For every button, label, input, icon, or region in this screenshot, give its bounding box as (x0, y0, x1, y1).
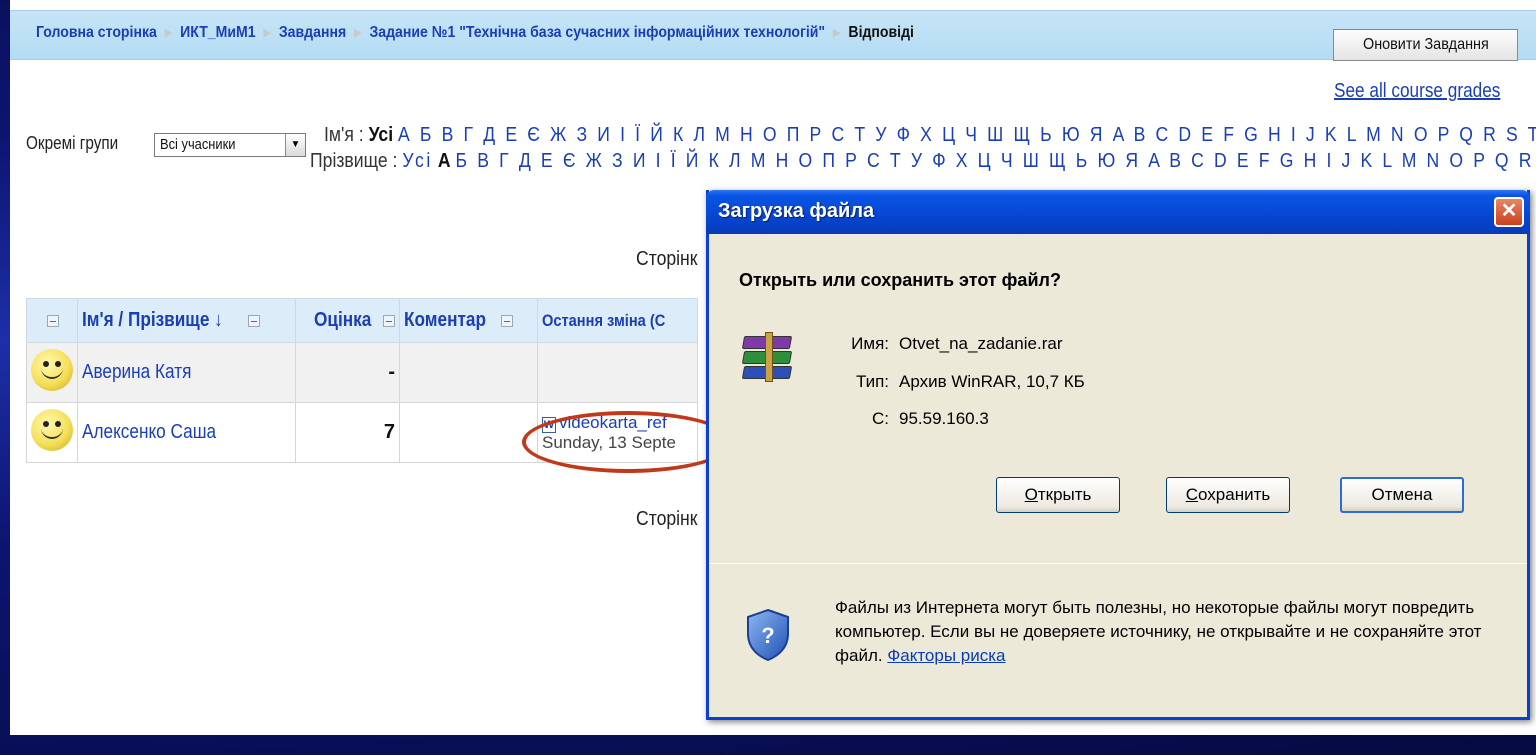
breadcrumb-separator-icon: ▶ (354, 27, 362, 39)
name-column-header[interactable]: Ім'я / Прізвище ↓ (77, 298, 296, 343)
file-type-label: Тип: (855, 372, 889, 391)
dialog-title: Загрузка файла (718, 200, 875, 222)
open-button-label: ткрыть (1037, 485, 1092, 504)
collapse-icon[interactable] (247, 314, 260, 327)
grade-header-label: Оцінка (314, 309, 372, 331)
breadcrumb-separator-icon: ▶ (263, 27, 271, 39)
see-all-grades-link[interactable]: See all course grades (1334, 80, 1500, 103)
highlight-ellipse (522, 411, 734, 473)
dialog-titlebar[interactable]: Загрузка файла ✕ (706, 190, 1530, 234)
student-name-cell: Алексенко Саша (77, 402, 296, 463)
update-assignment-label: Оновити Завдання (1362, 36, 1489, 53)
open-button[interactable]: Открыть (996, 477, 1120, 513)
file-download-dialog: Загрузка файла ✕ Открыть или сохранить э… (706, 190, 1530, 720)
update-assignment-button[interactable]: Оновити Завдання (1333, 29, 1518, 61)
avatar-cell (26, 402, 78, 463)
collapse-icon[interactable] (383, 314, 395, 327)
file-source-value: 95.59.160.3 (899, 409, 989, 428)
first-name-filter-label: Ім'я : (324, 124, 364, 146)
student-name-cell: Аверина Катя (77, 342, 296, 403)
first-name-letters[interactable]: А Б В Г Д Е Є Ж З И І Ї Й К Л М Н О П Р … (398, 124, 1536, 146)
collapse-icon[interactable] (501, 314, 514, 327)
comment-cell (399, 402, 538, 463)
table-row: Аверина Катя - (26, 342, 698, 403)
collapse-icon[interactable] (47, 314, 59, 327)
close-icon[interactable]: ✕ (1494, 197, 1524, 227)
winrar-archive-icon (739, 332, 799, 388)
pagination-label-top: Сторінк (636, 248, 698, 270)
student-name-link[interactable]: Аверина Катя (82, 361, 191, 384)
breadcrumb-current: Відповіді (848, 24, 914, 41)
security-shield-icon: ? (747, 608, 789, 662)
breadcrumb: Головна сторінка ▶ ИКТ_МиМ1 ▶ Завдання ▶ Задан… (36, 24, 914, 42)
groups-label: Окремі групи (26, 133, 119, 153)
navigation-bar: Головна сторінка ▶ ИКТ_МиМ1 ▶ Завдання ▶ Задан… (10, 10, 1536, 61)
last-name-filter-label: Прізвище : (310, 150, 398, 172)
dropdown-arrow-icon[interactable]: ▼ (285, 134, 305, 156)
risk-factors-link[interactable]: Факторы риска (887, 646, 1005, 665)
pagination-label-bottom: Сторінк (636, 508, 698, 530)
groups-selected-value: Всі учасники (160, 136, 236, 153)
last-modified-column-header[interactable]: Остання зміна (С (537, 298, 698, 343)
avatar[interactable] (31, 348, 73, 391)
save-button-label: охранить (1198, 485, 1271, 504)
student-name-link[interactable]: Алексенко Саша (82, 421, 216, 444)
last-modified-header-label: Остання зміна (С (542, 310, 666, 330)
open-button-accesskey: О (1024, 485, 1038, 504)
breadcrumb-course[interactable]: ИКТ_МиМ1 (180, 24, 255, 41)
save-button[interactable]: Сохранить (1166, 477, 1290, 513)
breadcrumb-assignment[interactable]: Задание №1 "Технічна база сучасних інфор… (369, 24, 825, 41)
avatar-cell (26, 342, 78, 403)
select-column-header[interactable] (26, 298, 78, 343)
grade-column-header[interactable]: Оцінка (295, 298, 400, 343)
security-warning-text: Файлы из Интернета могут быть полезны, н… (835, 596, 1515, 668)
file-name-value: Otvet_na_zadanie.rar (899, 334, 1063, 353)
last-name-letters[interactable]: Б В Г Д Е Є Ж З И І Ї Й К Л М Н О П Р С … (455, 150, 1536, 172)
breadcrumb-assignments[interactable]: Завдання (279, 24, 346, 41)
file-name-info: Имя: Otvet_na_zadanie.rar (839, 334, 1063, 354)
dialog-question: Открыть или сохранить этот файл? (739, 270, 1061, 290)
svg-text:?: ? (761, 623, 774, 648)
avatar[interactable] (31, 408, 73, 451)
dialog-divider (709, 563, 1527, 564)
breadcrumb-home[interactable]: Головна сторінка (36, 24, 157, 41)
file-source-label: С: (872, 409, 889, 428)
file-type-info: Тип: Архив WinRAR, 10,7 КБ (839, 372, 1085, 392)
file-type-value: Архив WinRAR, 10,7 КБ (899, 372, 1085, 391)
last-name-filter-active-letter: А (437, 150, 451, 172)
grade-cell: - (295, 342, 400, 403)
name-header-label: Ім'я / Прізвище ↓ (82, 309, 223, 331)
breadcrumb-separator-icon: ▶ (833, 27, 841, 39)
first-name-filter-all[interactable]: Усі (369, 124, 394, 146)
breadcrumb-separator-icon: ▶ (164, 27, 173, 39)
groups-select[interactable]: Всі учасники ▼ (154, 133, 306, 157)
file-name-label: Имя: (851, 334, 889, 353)
grade-cell: 7 (295, 402, 400, 463)
table-header-row: Ім'я / Прізвище ↓ Оцінка Коментар Останн… (26, 298, 698, 343)
file-source-info: С: 95.59.160.3 (839, 409, 989, 429)
last-modified-cell (537, 342, 698, 403)
first-name-filter: Ім'я : Усі А Б В Г Д Е Є Ж З И І Ї Й К Л… (324, 124, 1536, 147)
cancel-button[interactable]: Отмена (1340, 477, 1464, 513)
save-button-accesskey: С (1185, 485, 1199, 504)
comment-header-label: Коментар (404, 309, 486, 331)
last-name-filter-all[interactable]: Усі (402, 150, 433, 172)
comment-cell (399, 342, 538, 403)
comment-column-header[interactable]: Коментар (399, 298, 538, 343)
last-name-filter: Прізвище : Усі А Б В Г Д Е Є Ж З И І Ї Й… (310, 150, 1536, 173)
